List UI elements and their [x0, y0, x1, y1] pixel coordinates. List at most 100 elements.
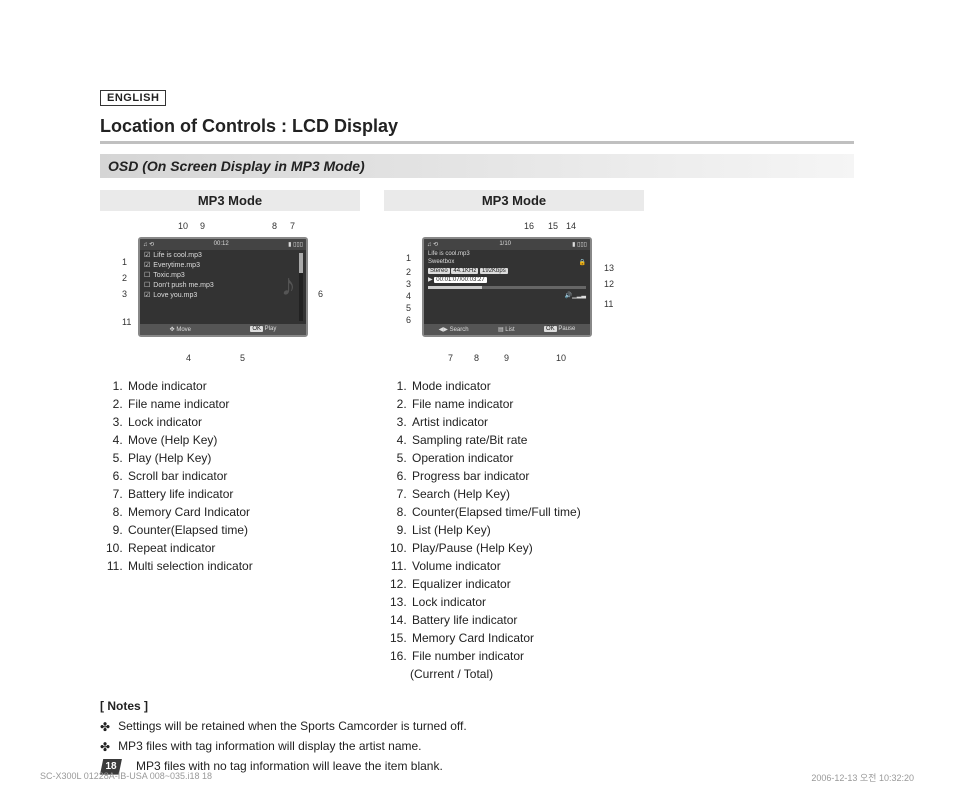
- right-item: List (Help Key): [410, 521, 644, 539]
- language-tag: ENGLISH: [100, 90, 166, 106]
- bullet-icon: ✤: [100, 719, 110, 736]
- stereo-chip: Stereo: [428, 268, 450, 274]
- subtitle-bar: OSD (On Screen Display in MP3 Mode): [100, 154, 854, 178]
- right-item: File name indicator: [410, 395, 644, 413]
- rate-chip: 44.1KHz: [451, 268, 478, 274]
- right-item: Battery life indicator: [410, 611, 644, 629]
- right-callout-5: 5: [406, 303, 411, 313]
- bitrate-chip: 192Kbps: [480, 268, 508, 274]
- right-callout-3: 3: [406, 279, 411, 289]
- right-item: Equalizer indicator: [410, 575, 644, 593]
- help-list: ▤ List: [498, 326, 515, 333]
- left-item: Lock indicator: [126, 413, 360, 431]
- right-callout-4: 4: [406, 291, 411, 301]
- right-mode-heading: MP3 Mode: [384, 190, 644, 211]
- left-callout-1: 1: [122, 257, 127, 267]
- left-device-wrapper: 1 2 3 11 10 9 8 7 6 4 5 ♫ ⟲ 00:12 ▮ ▯▯▯ …: [100, 217, 360, 367]
- right-item: Memory Card Indicator: [410, 629, 644, 647]
- scrollbar-thumb: [299, 253, 303, 273]
- left-callout-10: 10: [178, 221, 188, 231]
- left-item: Scroll bar indicator: [126, 467, 360, 485]
- right-item: Sampling rate/Bit rate: [410, 431, 644, 449]
- file-row: Don't push me.mp3: [153, 282, 213, 289]
- left-item: Mode indicator: [126, 377, 360, 395]
- time-counter: 00:01:07/00:03:27: [434, 277, 486, 283]
- note-text: Settings will be retained when the Sport…: [118, 719, 467, 733]
- right-callout-7: 7: [448, 353, 453, 363]
- bullet-icon: ✤: [100, 739, 110, 756]
- help-search: ◀▶ Search: [439, 326, 469, 333]
- left-callout-9: 9: [200, 221, 205, 231]
- left-callout-2: 2: [122, 273, 127, 283]
- note-text: MP3 files with tag information will disp…: [118, 739, 421, 753]
- right-item: Mode indicator: [410, 377, 644, 395]
- lock-icon: 🔒: [579, 259, 586, 266]
- left-callout-11: 11: [122, 317, 131, 327]
- check-icon: ☐: [144, 271, 150, 279]
- right-item: Search (Help Key): [410, 485, 644, 503]
- music-icon: ♫ ⟲: [427, 241, 438, 248]
- right-column: MP3 Mode 1 2 3 4 5 6 16 15 14 13 12 11 7…: [384, 190, 644, 683]
- right-callout-6: 6: [406, 315, 411, 325]
- left-callout-4: 4: [186, 353, 191, 363]
- big-note-icon: ♪: [281, 269, 296, 303]
- right-item: File number indicator: [410, 647, 644, 665]
- right-device-wrapper: 1 2 3 4 5 6 16 15 14 13 12 11 7 8 9 10 ♫…: [384, 217, 644, 367]
- right-callout-11: 11: [604, 299, 613, 309]
- right-callout-8: 8: [474, 353, 479, 363]
- right-lcd-device: ♫ ⟲ 1/10 ▮ ▯▯▯ Life is cool.mp3 Sweetbox…: [422, 237, 592, 337]
- footer-right: 2006-12-13 오전 10:32:20: [811, 771, 914, 784]
- right-item: Lock indicator: [410, 593, 644, 611]
- left-item: Memory Card Indicator: [126, 503, 360, 521]
- right-desc-list: Mode indicator File name indicator Artis…: [384, 377, 644, 665]
- right-callout-2: 2: [406, 267, 411, 277]
- right-item: Play/Pause (Help Key): [410, 539, 644, 557]
- footer-left: SC-X300L 01228A-IB-USA 008~035.i18 18: [40, 771, 212, 784]
- right-item: Operation indicator: [410, 449, 644, 467]
- battery-icon: ▮ ▯▯▯: [288, 241, 303, 248]
- right-callout-9: 9: [504, 353, 509, 363]
- notes-section: [ Notes ] ✤ Settings will be retained wh…: [100, 699, 854, 775]
- left-callout-7: 7: [290, 221, 295, 231]
- right-callout-10: 10: [556, 353, 566, 363]
- progress-fill: [428, 286, 482, 289]
- artist: Sweetbox: [428, 259, 454, 266]
- left-item: Move (Help Key): [126, 431, 360, 449]
- left-item: Repeat indicator: [126, 539, 360, 557]
- help-play: OK Play: [250, 326, 276, 333]
- file-name: Life is cool.mp3: [424, 250, 590, 258]
- left-lcd-device: ♫ ⟲ 00:12 ▮ ▯▯▯ ♪ ☑Life is cool.mp3 ☑Eve…: [138, 237, 308, 337]
- right-callout-16: 16: [524, 221, 534, 231]
- right-callout-15: 15: [548, 221, 558, 231]
- left-callout-3: 3: [122, 289, 127, 299]
- left-item: Counter(Elapsed time): [126, 521, 360, 539]
- left-item: Multi selection indicator: [126, 557, 360, 575]
- left-item: File name indicator: [126, 395, 360, 413]
- notes-title: [ Notes ]: [100, 699, 854, 713]
- right-callout-1: 1: [406, 253, 411, 263]
- check-icon: ☑: [144, 251, 150, 259]
- music-icon: ♫ ⟲: [143, 241, 154, 248]
- right-item: Artist indicator: [410, 413, 644, 431]
- left-callout-6: 6: [318, 289, 323, 299]
- left-callout-8: 8: [272, 221, 277, 231]
- check-icon: ☑: [144, 261, 150, 269]
- footer: SC-X300L 01228A-IB-USA 008~035.i18 18 20…: [40, 771, 914, 784]
- title-underline: [100, 141, 854, 144]
- right-item: Counter(Elapsed time/Full time): [410, 503, 644, 521]
- check-icon: ☐: [144, 281, 150, 289]
- left-mode-heading: MP3 Mode: [100, 190, 360, 211]
- left-callout-5: 5: [240, 353, 245, 363]
- right-item16-sub: (Current / Total): [384, 665, 644, 683]
- volume-icon: 🔊▁▂▃: [424, 291, 590, 300]
- help-pause: OK Pause: [544, 326, 575, 333]
- file-number: 1/10: [499, 241, 511, 248]
- file-row: Life is cool.mp3: [153, 252, 202, 259]
- file-row: Everytime.mp3: [153, 262, 200, 269]
- right-item: Volume indicator: [410, 557, 644, 575]
- left-item: Battery life indicator: [126, 485, 360, 503]
- left-desc-list: Mode indicator File name indicator Lock …: [100, 377, 360, 575]
- page-title: Location of Controls : LCD Display: [100, 116, 854, 137]
- right-callout-12: 12: [604, 279, 614, 289]
- right-item: Progress bar indicator: [410, 467, 644, 485]
